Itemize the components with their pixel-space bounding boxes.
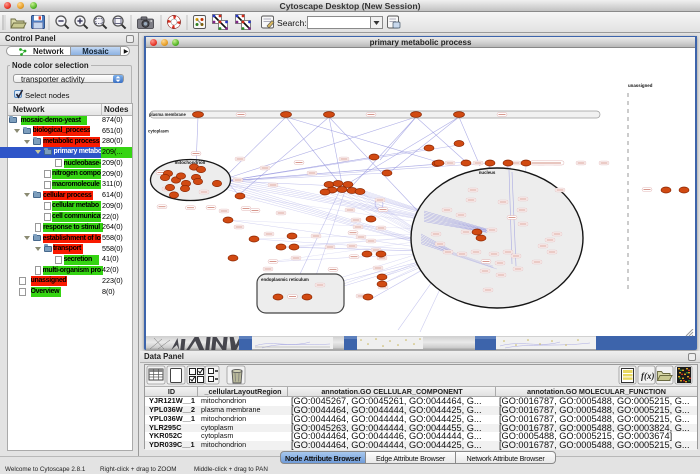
svg-text:f(x): f(x) xyxy=(641,371,655,381)
svg-text:nucleus: nucleus xyxy=(479,170,496,175)
svg-text:Search:: Search: xyxy=(277,18,307,28)
svg-text:endoplasmic reticulum: endoplasmic reticulum xyxy=(261,277,309,282)
svg-text:mitochondrion: mitochondrion xyxy=(175,160,206,165)
svg-text:cytoplasm: cytoplasm xyxy=(148,129,169,134)
svg-text:unassigned: unassigned xyxy=(628,83,653,88)
svg-text:plasma membrane: plasma membrane xyxy=(149,112,186,117)
